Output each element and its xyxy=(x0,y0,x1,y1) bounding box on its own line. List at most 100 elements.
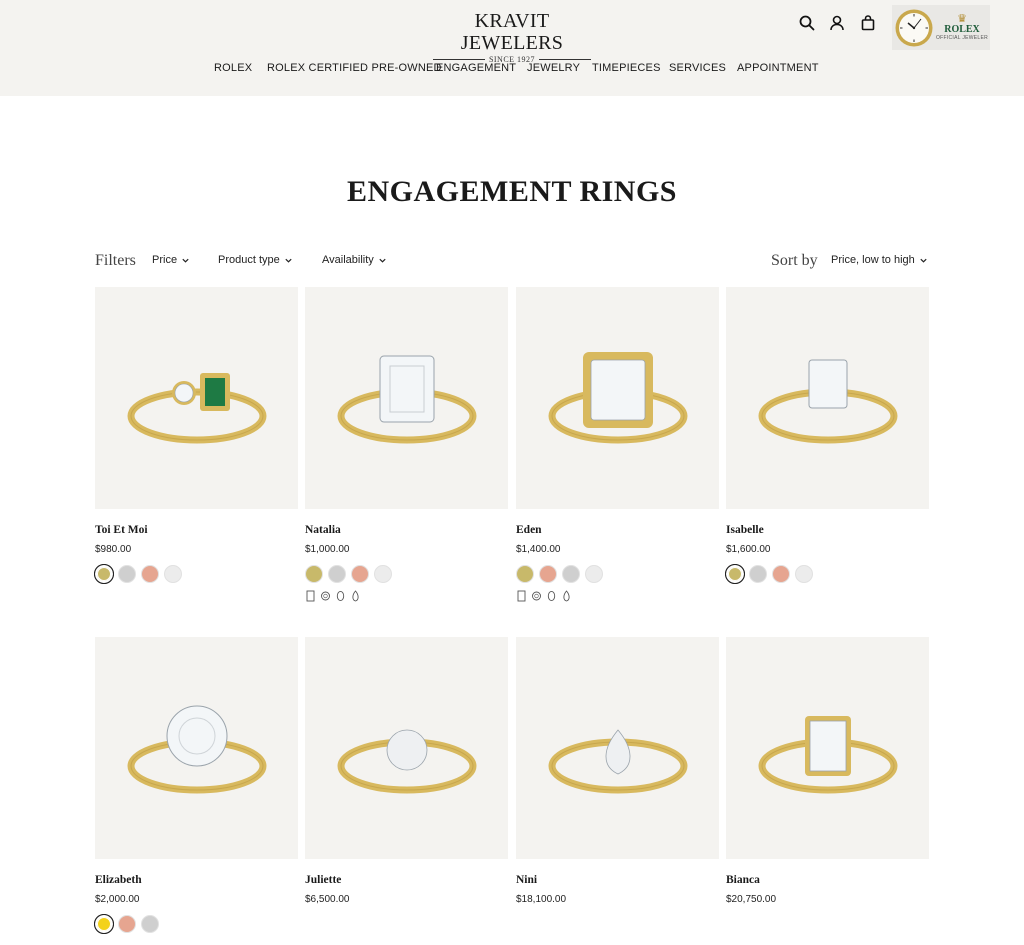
color-swatch[interactable] xyxy=(94,564,114,584)
color-swatch[interactable] xyxy=(539,565,557,583)
product-price: $1,400.00 xyxy=(516,544,561,555)
color-swatch[interactable] xyxy=(118,915,136,933)
product-price: $2,000.00 xyxy=(95,894,140,905)
search-icon[interactable] xyxy=(798,14,816,32)
ring-image xyxy=(548,729,687,794)
sort-value: Price, low to high xyxy=(831,254,915,266)
color-swatch[interactable] xyxy=(118,565,136,583)
product-image[interactable] xyxy=(726,637,929,859)
product-card[interactable]: Nini $18,100.00 xyxy=(516,637,719,905)
logo-name: KRAVIT JEWELERS xyxy=(460,10,564,54)
ring-image xyxy=(127,705,266,794)
filter-availability-label: Availability xyxy=(322,254,374,266)
product-image[interactable] xyxy=(516,287,719,509)
color-swatches xyxy=(305,565,508,583)
sort-select[interactable]: Price, low to high xyxy=(831,254,928,266)
oval-shape-icon[interactable] xyxy=(546,590,557,602)
rolex-badge-text: ♛ ROLEX OFFICIAL JEWELER xyxy=(934,13,990,42)
product-price: $18,100.00 xyxy=(516,894,567,905)
nav-item-engagement[interactable]: ENGAGEMENT xyxy=(436,61,516,75)
rolex-brand: ROLEX xyxy=(944,24,980,35)
color-swatch[interactable] xyxy=(141,565,159,583)
product-name[interactable]: Isabelle xyxy=(726,524,929,536)
product-name[interactable]: Natalia xyxy=(305,524,508,536)
product-price: $1,600.00 xyxy=(726,544,771,555)
product-price: $20,750.00 xyxy=(726,894,777,905)
nav-item-rolex[interactable]: ROLEX xyxy=(214,61,252,75)
account-icon[interactable] xyxy=(828,14,846,32)
product-name[interactable]: Bianca xyxy=(726,874,929,886)
product-card[interactable]: Isabelle $1,600.00 xyxy=(725,287,929,584)
product-price: $6,500.00 xyxy=(305,894,350,905)
page-title: ENGAGEMENT RINGS xyxy=(346,175,677,208)
product-image[interactable] xyxy=(95,287,298,509)
product-name[interactable]: Eden xyxy=(516,524,719,536)
product-image[interactable] xyxy=(305,637,508,859)
product-image[interactable] xyxy=(516,637,719,859)
color-swatch[interactable] xyxy=(328,565,346,583)
rolex-official-jeweler-badge[interactable]: ♛ ROLEX OFFICIAL JEWELER xyxy=(892,5,990,50)
crown-icon: ♛ xyxy=(957,13,967,25)
color-swatch[interactable] xyxy=(795,565,813,583)
color-swatch[interactable] xyxy=(772,565,790,583)
site-logo[interactable]: KRAVIT JEWELERS SINCE 1927 xyxy=(432,10,592,64)
color-swatches xyxy=(516,565,719,583)
ring-image xyxy=(127,373,266,444)
logo-divider xyxy=(432,59,485,60)
color-swatch[interactable] xyxy=(164,565,182,583)
product-card[interactable]: Toi Et Moi $980.00 xyxy=(94,287,298,584)
product-image[interactable] xyxy=(305,287,508,509)
ring-image xyxy=(758,716,897,794)
color-swatches xyxy=(725,564,929,584)
product-card[interactable]: Bianca $20,750.00 xyxy=(726,637,929,905)
shape-options xyxy=(305,590,508,602)
nav-item-timepieces[interactable]: TIMEPIECES xyxy=(592,61,661,75)
cart-icon[interactable] xyxy=(859,14,877,32)
color-swatch[interactable] xyxy=(562,565,580,583)
product-name[interactable]: Juliette xyxy=(305,874,508,886)
shape-options xyxy=(516,590,719,602)
nav-item-jewelry[interactable]: JEWELRY xyxy=(527,61,580,75)
ring-image xyxy=(758,359,897,444)
logo-divider xyxy=(539,59,592,60)
color-swatch[interactable] xyxy=(351,565,369,583)
nav-item-rolex-certified-pre-owned[interactable]: ROLEX CERTIFIED PRE-OWNED xyxy=(267,61,442,75)
color-swatch[interactable] xyxy=(516,565,534,583)
round-shape-icon[interactable] xyxy=(531,590,542,602)
round-shape-icon[interactable] xyxy=(320,590,331,602)
color-swatch[interactable] xyxy=(585,565,603,583)
product-name[interactable]: Nini xyxy=(516,874,719,886)
color-swatch[interactable] xyxy=(749,565,767,583)
product-card[interactable]: Eden $1,400.00 xyxy=(516,287,719,602)
rolex-clock-icon xyxy=(895,9,933,46)
color-swatch[interactable] xyxy=(305,565,323,583)
emerald-shape-icon[interactable] xyxy=(305,590,316,602)
nav-item-appointment[interactable]: APPOINTMENT xyxy=(737,61,819,75)
nav-item-services[interactable]: SERVICES xyxy=(669,61,726,75)
product-name[interactable]: Elizabeth xyxy=(95,874,298,886)
color-swatch[interactable] xyxy=(141,915,159,933)
chevron-down-icon xyxy=(182,258,189,263)
product-card[interactable]: Natalia $1,000.00 xyxy=(305,287,508,602)
product-price: $1,000.00 xyxy=(305,544,350,555)
site-header: KRAVIT JEWELERS SINCE 1927 ♛ ROLEX OFFIC… xyxy=(0,0,1024,96)
filter-availability[interactable]: Availability xyxy=(322,254,387,266)
product-image[interactable] xyxy=(95,637,298,859)
ring-image xyxy=(548,352,687,444)
emerald-shape-icon[interactable] xyxy=(516,590,527,602)
filter-price[interactable]: Price xyxy=(152,254,190,266)
pear-shape-icon[interactable] xyxy=(350,590,361,602)
pear-shape-icon[interactable] xyxy=(561,590,572,602)
product-image[interactable] xyxy=(726,287,929,509)
product-card[interactable]: Juliette $6,500.00 xyxy=(305,637,508,905)
color-swatch[interactable] xyxy=(374,565,392,583)
color-swatch[interactable] xyxy=(725,564,745,584)
filters-label: Filters xyxy=(95,252,136,269)
product-price: $980.00 xyxy=(95,544,132,555)
product-card[interactable]: Elizabeth $2,000.00 xyxy=(94,637,298,934)
color-swatch[interactable] xyxy=(94,914,114,934)
product-name[interactable]: Toi Et Moi xyxy=(95,524,298,536)
oval-shape-icon[interactable] xyxy=(335,590,346,602)
sort-label: Sort by xyxy=(771,252,818,269)
filter-product-type[interactable]: Product type xyxy=(218,254,293,266)
